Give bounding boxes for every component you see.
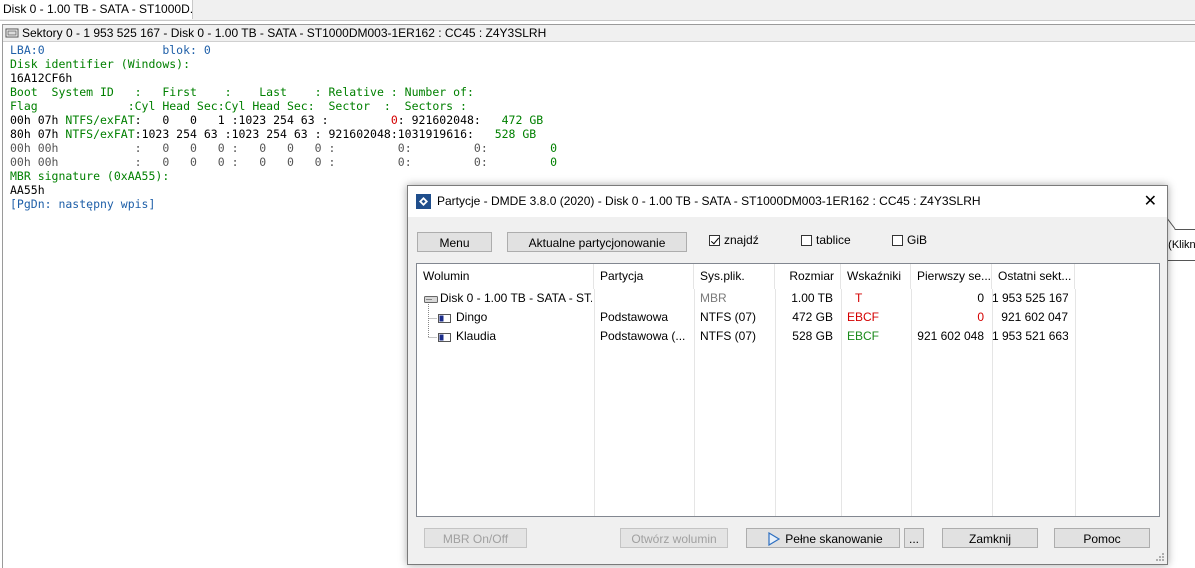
find-checkbox[interactable]: znajdź — [709, 232, 759, 248]
cell-first-sector: 0 — [977, 310, 984, 324]
tables-checkbox[interactable]: tablice — [801, 232, 851, 248]
full-scan-button[interactable]: Pełne skanowanie — [746, 528, 900, 548]
cell-flags: EBCF — [847, 329, 880, 343]
sector-view-title: Sektory 0 - 1 953 525 167 - Disk 0 - 1.0… — [22, 26, 547, 40]
cell-size: 1.00 TB — [791, 291, 833, 305]
hdd-icon — [424, 296, 438, 303]
mbr-entry-row: 80h 07h NTFS/exFAT:1023 254 63 :1023 254… — [10, 127, 537, 141]
partitions-dialog: Partycje - DMDE 3.8.0 (2020) - Disk 0 - … — [407, 185, 1168, 565]
partition-list[interactable]: Wolumin Partycja Sys.plik. Rozmiar Wskaź… — [416, 263, 1160, 517]
cell-volume: Dingo — [456, 310, 488, 324]
col-header-first-sector[interactable]: Pierwszy se... — [911, 264, 992, 289]
full-scan-label: Pełne skanowanie — [785, 532, 883, 546]
cell-volume: Disk 0 - 1.00 TB - SATA - ST... — [440, 291, 592, 305]
disk-id-value: 16A12CF6h — [10, 71, 73, 85]
cell-partition: Podstawowa — [600, 310, 669, 324]
tab-bar: Disk 0 - 1.00 TB - SATA - ST1000D... — [0, 0, 1195, 21]
dialog-title: Partycje - DMDE 3.8.0 (2020) - Disk 0 - … — [437, 194, 981, 208]
help-button[interactable]: Pomoc — [1054, 528, 1150, 548]
close-button[interactable]: Zamknij — [942, 528, 1038, 548]
find-checkbox-label: znajdź — [724, 233, 759, 247]
mbr-onoff-button[interactable]: MBR On/Off — [424, 528, 527, 548]
col-header-size[interactable]: Rozmiar — [775, 264, 841, 289]
cell-last-sector: 921 602 047 — [1001, 310, 1068, 324]
mbr-header-1: Boot System ID : First : Last : Relative… — [10, 85, 474, 99]
col-header-flags[interactable]: Wskaźniki — [841, 264, 911, 289]
play-icon — [768, 532, 781, 546]
col-header-volume[interactable]: Wolumin — [417, 264, 594, 289]
mbr-signature-value: AA55h — [10, 183, 45, 197]
menu-button[interactable]: Menu — [417, 232, 492, 252]
cell-partition: Podstawowa (... — [600, 329, 686, 343]
open-volume-button[interactable]: Otwórz wolumin — [620, 528, 728, 548]
dialog-titlebar: Partycje - DMDE 3.8.0 (2020) - Disk 0 - … — [408, 186, 1167, 217]
mbr-entry-row: 00h 00h : 0 0 0 : 0 0 0 : 0: 0: 0 — [10, 141, 558, 155]
sector-view-titlebar: Sektory 0 - 1 953 525 167 - Disk 0 - 1.0… — [3, 25, 1195, 42]
mbr-entry-row: 00h 00h : 0 0 0 : 0 0 0 : 0: 0: 0 — [10, 155, 558, 169]
cell-volume: Klaudia — [456, 329, 497, 343]
checkbox-unchecked-icon — [801, 234, 812, 246]
window-restore-icon[interactable] — [5, 28, 19, 38]
cell-first-sector: 0 — [977, 291, 984, 305]
column-divider — [841, 289, 842, 516]
dmde-app-icon — [416, 194, 431, 209]
cell-first-sector: 921 602 048 — [917, 329, 984, 343]
lba-line: LBA:0 blok: 0 — [10, 43, 211, 57]
cell-flags: T — [855, 291, 863, 305]
cell-size: 528 GB — [792, 329, 833, 343]
cell-filesystem: NTFS (07) — [700, 310, 757, 324]
pgdn-hint[interactable]: [PgDn: następny wpis] — [10, 197, 155, 211]
partition-icon — [438, 314, 451, 323]
resize-grip-icon[interactable] — [1155, 552, 1165, 562]
tables-checkbox-label: tablice — [816, 233, 851, 247]
column-divider — [694, 289, 695, 516]
more-options-button[interactable]: ... — [904, 528, 924, 548]
current-partitioning-button[interactable]: Aktualne partycjonowanie — [507, 232, 687, 252]
cell-partition — [600, 289, 692, 308]
checkbox-checked-icon — [709, 234, 720, 246]
col-header-filesystem[interactable]: Sys.plik. — [694, 264, 775, 289]
partition-icon — [438, 333, 451, 342]
cell-last-sector: 1 953 521 663 — [992, 329, 1068, 343]
gib-checkbox[interactable]: GiB — [892, 232, 927, 248]
gib-checkbox-label: GiB — [907, 233, 928, 247]
cell-filesystem: NTFS (07) — [700, 329, 757, 343]
tab-disk0[interactable]: Disk 0 - 1.00 TB - SATA - ST1000D... — [0, 0, 193, 19]
mbr-signature-label: MBR signature (0xAA55): — [10, 169, 170, 183]
close-icon[interactable]: ✕ — [1144, 186, 1157, 217]
cell-filesystem: MBR — [700, 291, 727, 305]
mbr-header-2: Flag :Cyl Head Sec:Cyl Head Sec: Sector … — [10, 99, 467, 113]
cell-size: 472 GB — [792, 310, 833, 324]
disk-id-label: Disk identifier (Windows): — [10, 57, 191, 71]
cell-last-sector: 1 953 525 167 — [992, 291, 1068, 305]
mbr-entry-row: 00h 07h NTFS/exFAT: 0 0 1 :1023 254 63 :… — [10, 113, 544, 127]
col-header-last-sector[interactable]: Ostatni sekt... — [992, 264, 1075, 289]
cell-flags: EBCF — [847, 310, 880, 324]
column-divider — [1075, 289, 1076, 516]
column-divider — [594, 289, 595, 516]
col-header-partition[interactable]: Partycja — [594, 264, 694, 289]
checkbox-unchecked-icon — [892, 234, 903, 246]
